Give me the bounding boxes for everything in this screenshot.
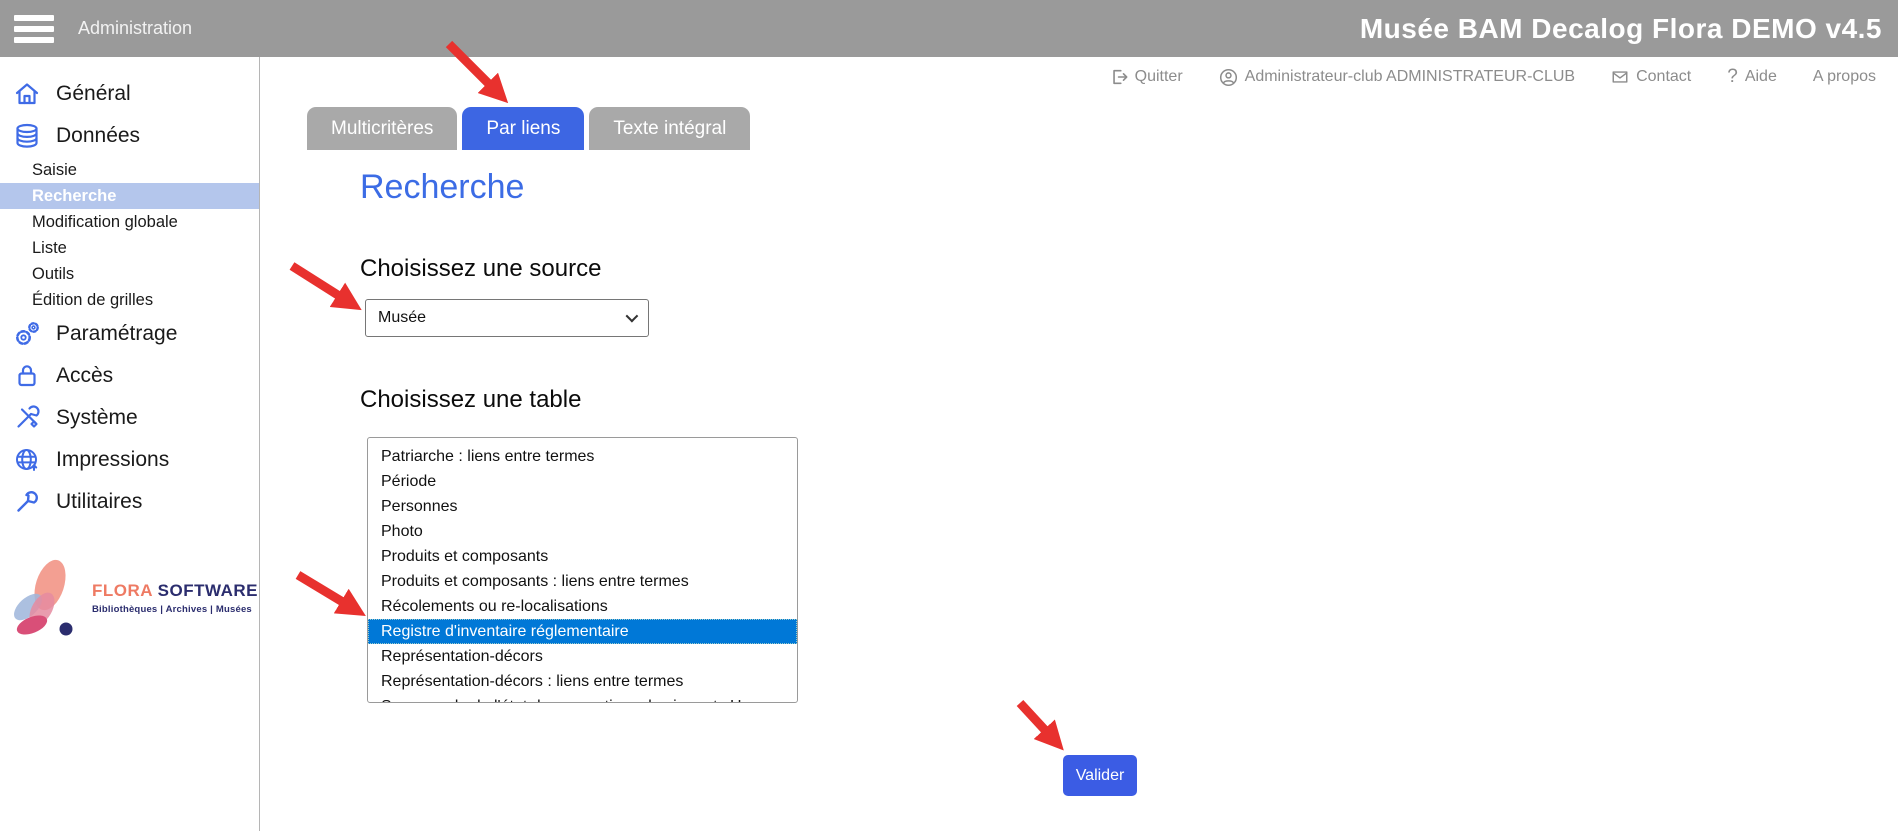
table-option[interactable]: Représentation-décors: [368, 644, 797, 669]
brand-title: Musée BAM Decalog Flora DEMO v4.5: [1360, 13, 1882, 45]
gears-icon: [12, 320, 42, 348]
mail-icon: [1611, 68, 1629, 86]
sidebar-item-modification-globale[interactable]: Modification globale: [0, 209, 259, 235]
top-bar: Administration Musée BAM Decalog Flora D…: [0, 0, 1898, 57]
flora-flower-icon: [2, 553, 86, 643]
logout-icon: [1110, 68, 1128, 86]
tab-par-liens[interactable]: Par liens: [462, 107, 584, 150]
search-mode-tabs: Multicritères Par liens Texte intégral: [307, 107, 750, 150]
table-option[interactable]: Récolements ou re-localisations: [368, 594, 797, 619]
sidebar-item-systeme[interactable]: Système: [0, 397, 259, 439]
contact-link[interactable]: Contact: [1611, 68, 1691, 86]
about-link[interactable]: A propos: [1813, 68, 1876, 86]
arrow-to-validate-button: [1020, 703, 1056, 742]
chevron-down-icon: [626, 310, 639, 323]
table-section-label: Choisissez une table: [360, 386, 581, 414]
table-option[interactable]: Sauvegarde de l'état des executions des …: [368, 694, 797, 703]
sidebar-item-general[interactable]: Général: [0, 73, 259, 115]
sidebar-item-utilitaires[interactable]: Utilitaires: [0, 481, 259, 523]
sidebar-item-liste[interactable]: Liste: [0, 235, 259, 261]
logo-tagline: Bibliothèques | Archives | Musées: [92, 604, 258, 615]
table-option[interactable]: Produits et composants : liens entre ter…: [368, 569, 797, 594]
sidebar-item-parametrage[interactable]: Paramétrage: [0, 313, 259, 355]
quit-link[interactable]: Quitter: [1110, 68, 1183, 86]
source-section-label: Choisissez une source: [360, 255, 601, 283]
source-select[interactable]: Musée: [365, 299, 649, 337]
sidebar-item-edition-de-grilles[interactable]: Édition de grilles: [0, 287, 259, 313]
table-listbox[interactable]: Patriarche : liens entre termes Période …: [367, 437, 798, 703]
globe-icon: [12, 446, 42, 474]
lock-icon: [12, 362, 42, 390]
user-icon: [1219, 68, 1238, 87]
sidebar-item-acces[interactable]: Accès: [0, 355, 259, 397]
hamburger-menu-icon[interactable]: [14, 15, 54, 43]
sidebar-item-recherche[interactable]: Recherche: [0, 183, 259, 209]
current-user-link[interactable]: Administrateur-club ADMINISTRATEUR-CLUB: [1219, 68, 1575, 87]
source-select-value: Musée: [378, 309, 426, 327]
tab-multicriteres[interactable]: Multicritères: [307, 107, 457, 150]
table-option[interactable]: Représentation-décors : liens entre term…: [368, 669, 797, 694]
flora-software-logo: FLORA SOFTWARE Bibliothèques | Archives …: [2, 553, 259, 643]
tools-icon: [12, 404, 42, 432]
logo-word-flora: FLORA: [92, 581, 152, 600]
sidebar-item-saisie[interactable]: Saisie: [0, 157, 259, 183]
annotation-overlay: [0, 0, 1898, 831]
sidebar-item-outils[interactable]: Outils: [0, 261, 259, 287]
table-option[interactable]: Photo: [368, 519, 797, 544]
table-option-selected[interactable]: Registre d'inventaire réglementaire: [368, 619, 797, 644]
help-icon: ?: [1727, 66, 1738, 88]
home-icon: [12, 80, 42, 108]
table-option[interactable]: Patriarche : liens entre termes: [368, 444, 797, 469]
arrow-to-source-select: [292, 266, 352, 304]
table-option[interactable]: Personnes: [368, 494, 797, 519]
validate-button[interactable]: Valider: [1063, 755, 1137, 796]
sidebar-item-donnees[interactable]: Données: [0, 115, 259, 157]
help-link[interactable]: ? Aide: [1727, 66, 1777, 88]
app-section-title: Administration: [78, 18, 192, 39]
user-bar: Quitter Administrateur-club ADMINISTRATE…: [1110, 66, 1876, 88]
arrow-to-selected-table: [298, 575, 356, 610]
sidebar: Général Données Saisie Recherche Modific…: [0, 57, 260, 831]
database-icon: [12, 122, 42, 150]
table-option[interactable]: Produits et composants: [368, 544, 797, 569]
logo-word-software: SOFTWARE: [158, 581, 258, 600]
page-title: Recherche: [360, 168, 524, 207]
tab-texte-integral[interactable]: Texte intégral: [589, 107, 750, 150]
wrench-icon: [12, 488, 42, 516]
table-option[interactable]: Période: [368, 469, 797, 494]
sidebar-item-impressions[interactable]: Impressions: [0, 439, 259, 481]
